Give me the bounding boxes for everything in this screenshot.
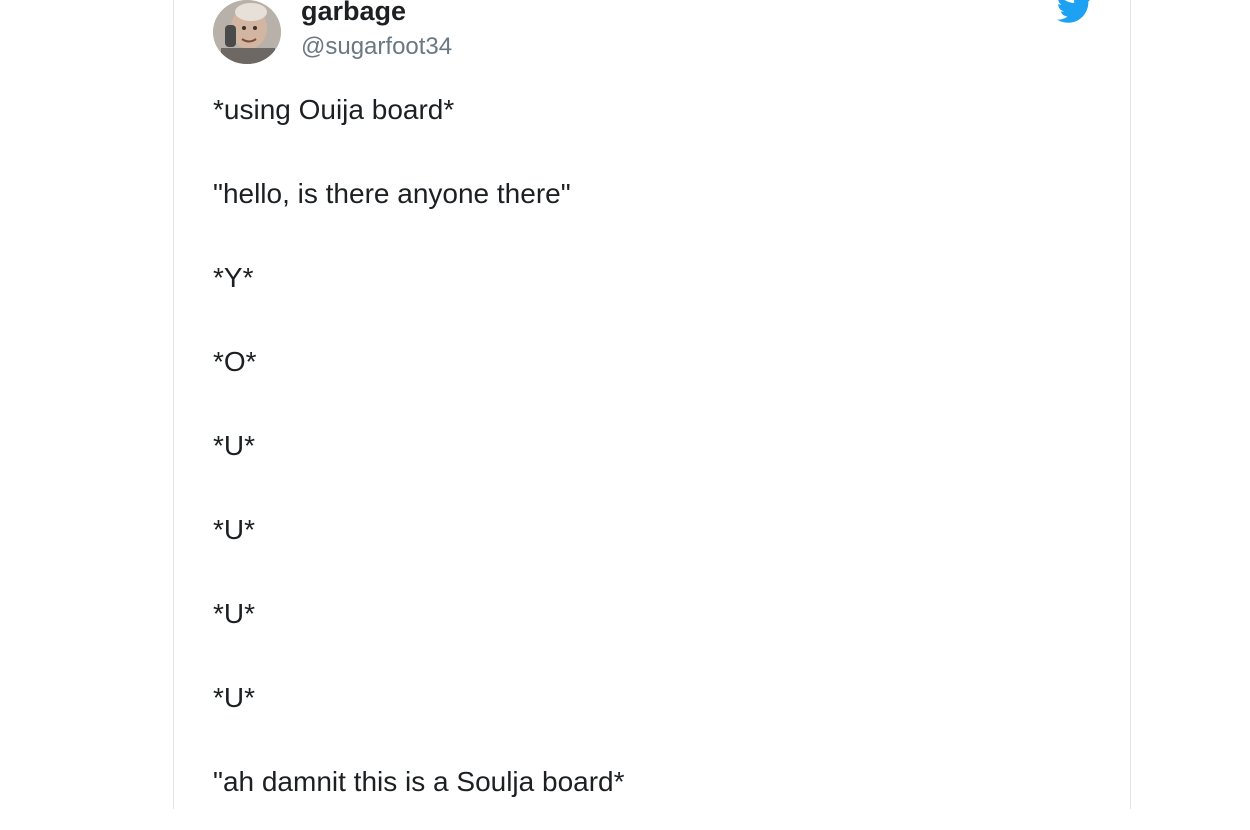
tweet-line: *U* xyxy=(213,682,256,713)
tweet-line: *O* xyxy=(213,346,257,377)
tweet-text: *using Ouija board* "hello, is there any… xyxy=(213,92,1093,830)
user-avatar-icon xyxy=(213,0,281,64)
avatar[interactable] xyxy=(213,0,281,64)
tweet-line: *Y* xyxy=(213,262,254,293)
tweet-line: *using Ouija board* xyxy=(213,94,455,125)
page: garbage @sugarfoot34 *using Ouija board*… xyxy=(0,0,1250,830)
bottom-padding xyxy=(0,810,1250,830)
author-display-name[interactable]: garbage xyxy=(301,0,406,27)
tweet-card: garbage @sugarfoot34 *using Ouija board*… xyxy=(173,0,1131,809)
tweet-line: *U* xyxy=(213,598,256,629)
twitter-bird-icon[interactable] xyxy=(1056,0,1093,24)
tweet-line: "ah damnit this is a Soulja board* xyxy=(213,766,625,797)
tweet-line: *U* xyxy=(213,430,256,461)
tweet-line: "hello, is there anyone there" xyxy=(213,178,571,209)
tweet-line: *U* xyxy=(213,514,256,545)
author-handle[interactable]: @sugarfoot34 xyxy=(301,32,452,62)
